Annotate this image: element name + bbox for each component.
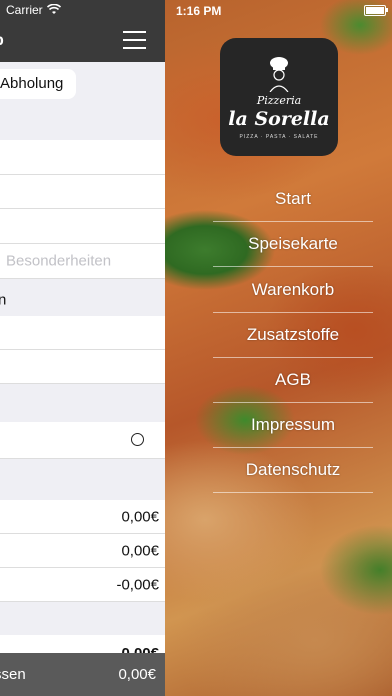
form-row[interactable] [0, 350, 165, 384]
cart-title: b [0, 32, 4, 50]
menu-item-warenkorb[interactable]: Warenkorb [213, 267, 373, 313]
menu-item-impressum[interactable]: Impressum [213, 402, 373, 448]
app-logo: Pizzeria la Sorella PIZZA · PASTA · SALA… [220, 38, 338, 156]
form-row[interactable] [0, 209, 165, 244]
summary-row: 0,00€ [0, 500, 165, 534]
cart-panel: Carrier b Abholung Besonderheiten n 0,00… [0, 0, 165, 696]
menu-item-datenschutz[interactable]: Datenschutz [213, 447, 373, 493]
menu-item-speisekarte[interactable]: Speisekarte [213, 221, 373, 267]
logo-line1: Pizzeria [256, 94, 302, 107]
side-menu: 1:16 PM Pizzeria la Sorella PIZZA · PAST… [165, 0, 392, 696]
form-row[interactable] [0, 175, 165, 209]
form-row[interactable] [0, 140, 165, 175]
notes-placeholder: Besonderheiten [6, 252, 112, 270]
checkout-value: 0,00€ [118, 666, 156, 683]
summary-row: -0,00€ [0, 568, 165, 602]
summary-row: 0,00€ [0, 534, 165, 568]
radio-icon[interactable] [131, 433, 144, 446]
status-time: 1:16 PM [176, 4, 222, 18]
cart-navbar: b [0, 20, 165, 62]
checkout-bar[interactable]: ssen 0,00€ [0, 653, 165, 696]
notes-field[interactable]: Besonderheiten [0, 244, 165, 279]
row-n-label: n [0, 291, 7, 309]
order-mode-selected[interactable]: Abholung [0, 69, 77, 99]
menu-item-agb[interactable]: AGB [213, 357, 373, 403]
menu-item-zusatzstoffe[interactable]: Zusatzstoffe [213, 312, 373, 358]
payment-option-row[interactable] [0, 422, 165, 459]
menu-item-start[interactable]: Start [213, 176, 373, 222]
section-label-row: n [0, 286, 165, 314]
summary-value-2: 0,00€ [121, 542, 159, 559]
status-bar-left: Carrier [0, 0, 165, 20]
logo-line2: la Sorella [228, 108, 330, 130]
battery-icon [364, 5, 386, 16]
summary-value-3: -0,00€ [116, 576, 159, 593]
checkout-label: ssen [0, 666, 26, 683]
hamburger-menu-icon[interactable] [123, 31, 146, 49]
summary-value-1: 0,00€ [121, 508, 159, 525]
carrier-label: Carrier [6, 3, 43, 17]
logo-tagline: PIZZA · PASTA · SALATE [239, 134, 319, 140]
chef-icon [269, 57, 289, 92]
wifi-icon [47, 4, 61, 14]
form-row[interactable] [0, 316, 165, 350]
